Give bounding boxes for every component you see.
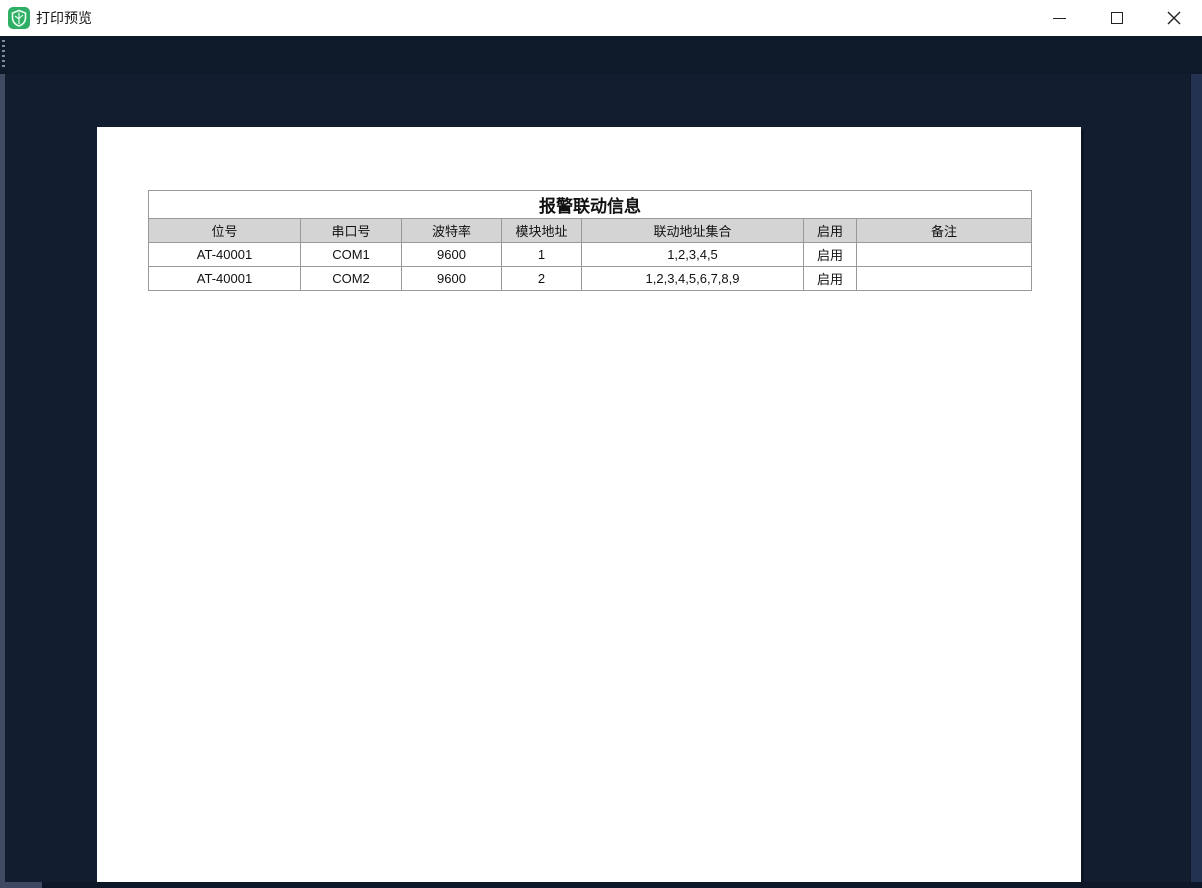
titlebar: 打印预览 — [0, 0, 1202, 36]
header-cell: 位号 — [149, 219, 301, 243]
table-row: AT-40001 COM1 9600 1 1,2,3,4,5 启用 — [149, 243, 1032, 267]
table-cell: 1,2,3,4,5,6,7,8,9 — [582, 267, 804, 291]
maximize-button[interactable] — [1088, 0, 1145, 36]
horizontal-scrollbar[interactable] — [0, 882, 1202, 888]
table-cell — [857, 243, 1032, 267]
document-page: 报警联动信息 位号 串口号 波特率 模块地址 联动地址集合 启用 备注 AT-4… — [97, 127, 1081, 882]
header-cell: 联动地址集合 — [582, 219, 804, 243]
minimize-button[interactable] — [1031, 0, 1088, 36]
table-cell: 9600 — [402, 267, 502, 291]
maximize-icon — [1111, 12, 1123, 24]
table-cell: 启用 — [804, 267, 857, 291]
horizontal-scrollbar-thumb[interactable] — [0, 882, 42, 888]
table-cell: AT-40001 — [149, 267, 301, 291]
header-cell: 串口号 — [301, 219, 402, 243]
table-cell: 启用 — [804, 243, 857, 267]
preview-canvas: 报警联动信息 位号 串口号 波特率 模块地址 联动地址集合 启用 备注 AT-4… — [0, 74, 1202, 882]
table-header-row: 位号 串口号 波特率 模块地址 联动地址集合 启用 备注 — [149, 219, 1032, 243]
minimize-icon — [1053, 18, 1066, 19]
window-controls — [1031, 0, 1202, 36]
close-icon — [1167, 11, 1181, 25]
header-cell: 启用 — [804, 219, 857, 243]
close-button[interactable] — [1145, 0, 1202, 36]
table-cell: 2 — [502, 267, 582, 291]
table-cell: AT-40001 — [149, 243, 301, 267]
header-cell: 模块地址 — [502, 219, 582, 243]
alarm-linkage-table: 报警联动信息 位号 串口号 波特率 模块地址 联动地址集合 启用 备注 AT-4… — [148, 190, 1032, 291]
header-cell: 波特率 — [402, 219, 502, 243]
print-preview-window: 打印预览 — [0, 0, 1202, 888]
table-cell: COM2 — [301, 267, 402, 291]
toolbar-grip-handle[interactable] — [2, 40, 5, 70]
header-cell: 备注 — [857, 219, 1032, 243]
toolbar: 100% A — [0, 36, 1202, 74]
table-title-row: 报警联动信息 — [149, 191, 1032, 219]
vertical-scrollbar[interactable] — [1190, 74, 1202, 882]
report-title: 报警联动信息 — [149, 191, 1032, 219]
table-cell: 9600 — [402, 243, 502, 267]
table-cell — [857, 267, 1032, 291]
app-icon — [8, 7, 30, 29]
table-cell: 1 — [502, 243, 582, 267]
table-cell: COM1 — [301, 243, 402, 267]
table-row: AT-40001 COM2 9600 2 1,2,3,4,5,6,7,8,9 启… — [149, 267, 1032, 291]
window-left-border — [0, 74, 5, 888]
window-title: 打印预览 — [36, 0, 92, 36]
table-cell: 1,2,3,4,5 — [582, 243, 804, 267]
